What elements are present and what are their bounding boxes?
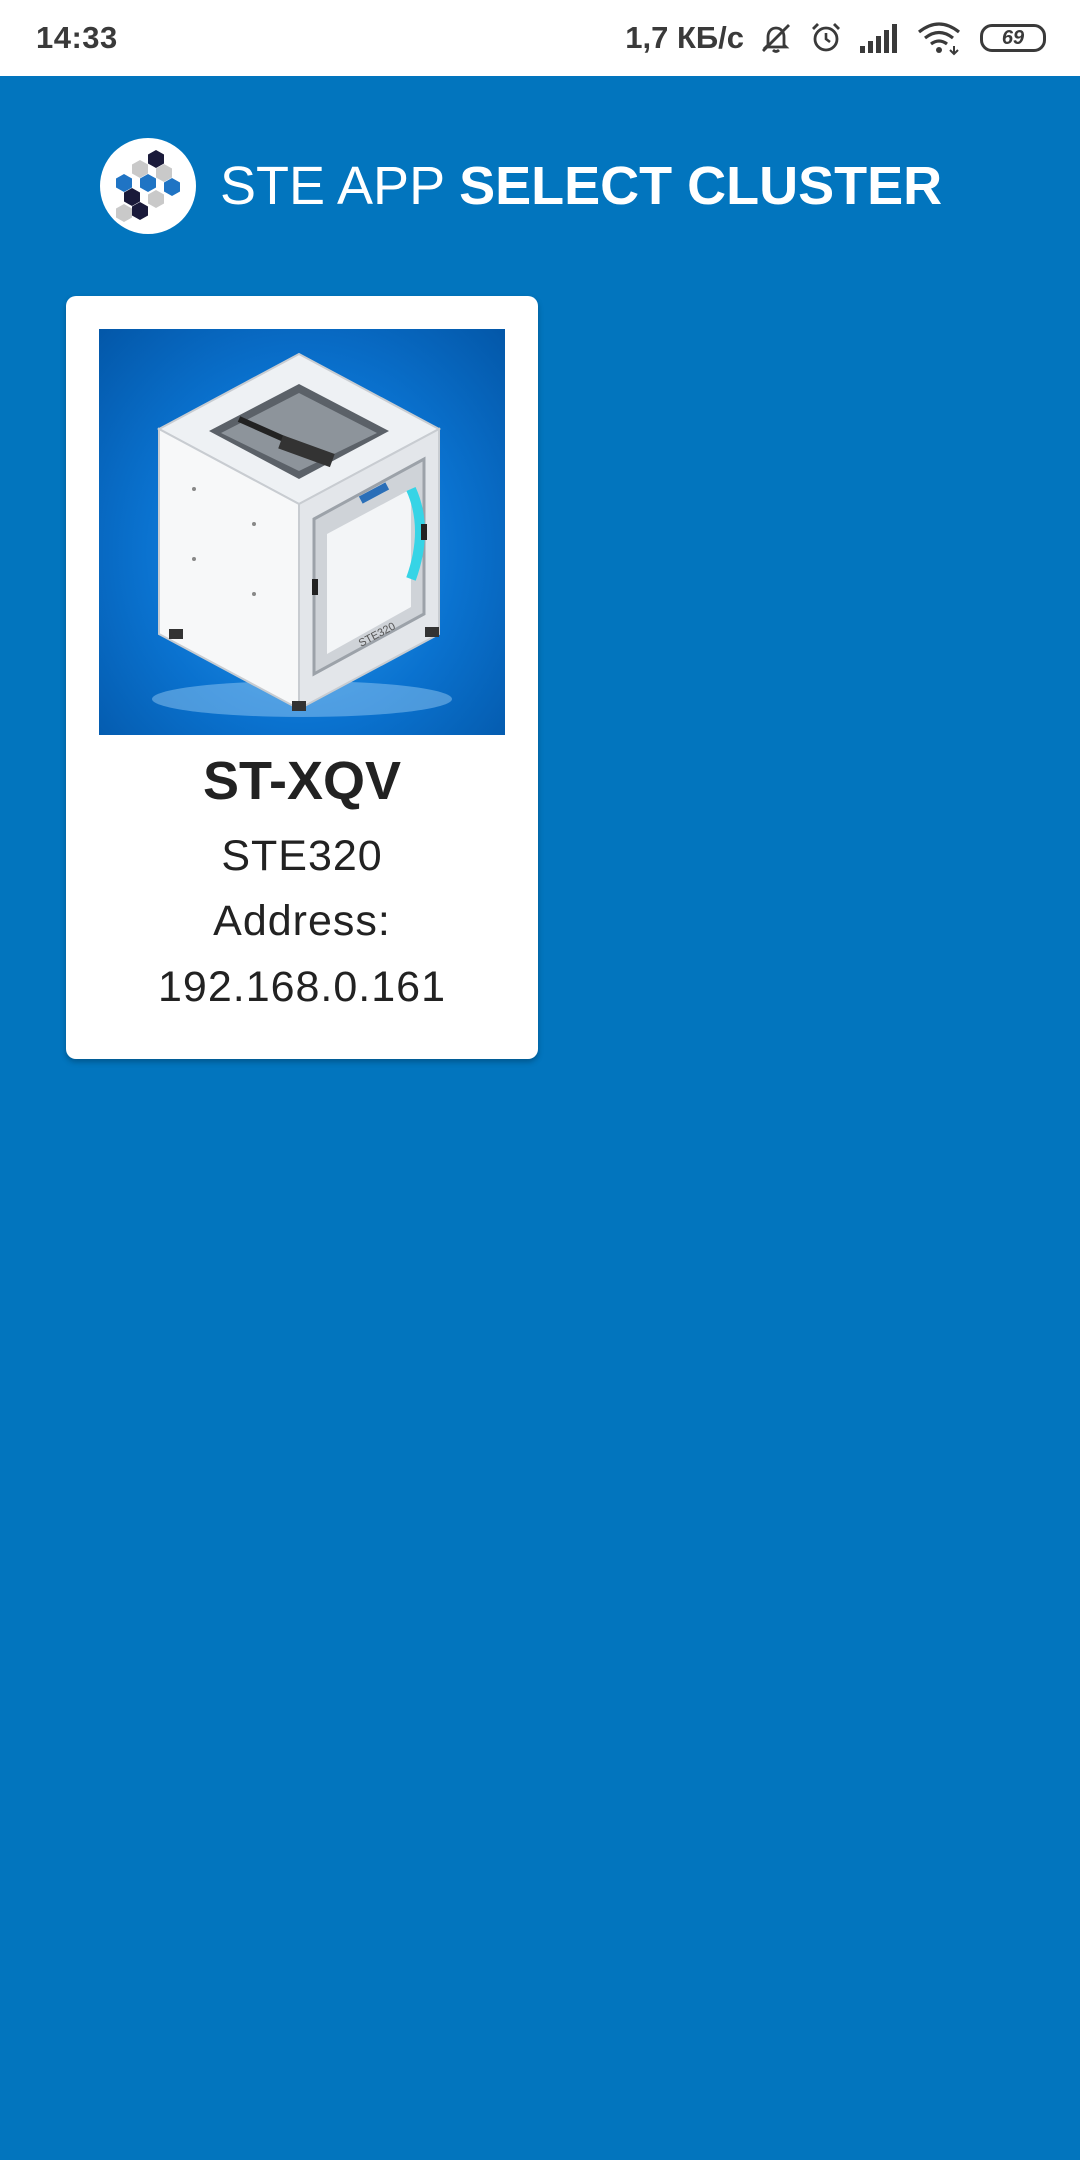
signal-icon (858, 22, 902, 54)
app-header: STE APP SELECT CLUSTER (100, 138, 942, 234)
cluster-card[interactable]: STE320 ST-XQV STE320 Address: 192.168.0.… (66, 296, 538, 1059)
wifi-icon (916, 20, 962, 56)
screen-title: SELECT CLUSTER (459, 156, 943, 216)
3d-printer-image: STE320 (99, 329, 505, 735)
page-title: STE APP SELECT CLUSTER (220, 155, 942, 217)
status-time: 14:33 (36, 20, 118, 55)
cluster-address: 192.168.0.161 (158, 963, 446, 1011)
alarm-icon (808, 20, 844, 56)
app-name: STE APP (220, 156, 446, 216)
cluster-model: STE320 (221, 832, 383, 880)
battery-icon: 69 (980, 24, 1046, 52)
address-label: Address: (213, 897, 391, 945)
network-speed: 1,7 КБ/с (625, 20, 744, 55)
status-icons: 1,7 КБ/с 69 (625, 20, 1046, 56)
cluster-name: ST-XQV (202, 751, 402, 811)
hexagon-cluster-logo (100, 138, 196, 234)
status-bar: 14:33 1,7 КБ/с 69 (0, 0, 1080, 76)
muted-bell-icon (758, 20, 794, 56)
battery-level: 69 (1001, 26, 1025, 49)
